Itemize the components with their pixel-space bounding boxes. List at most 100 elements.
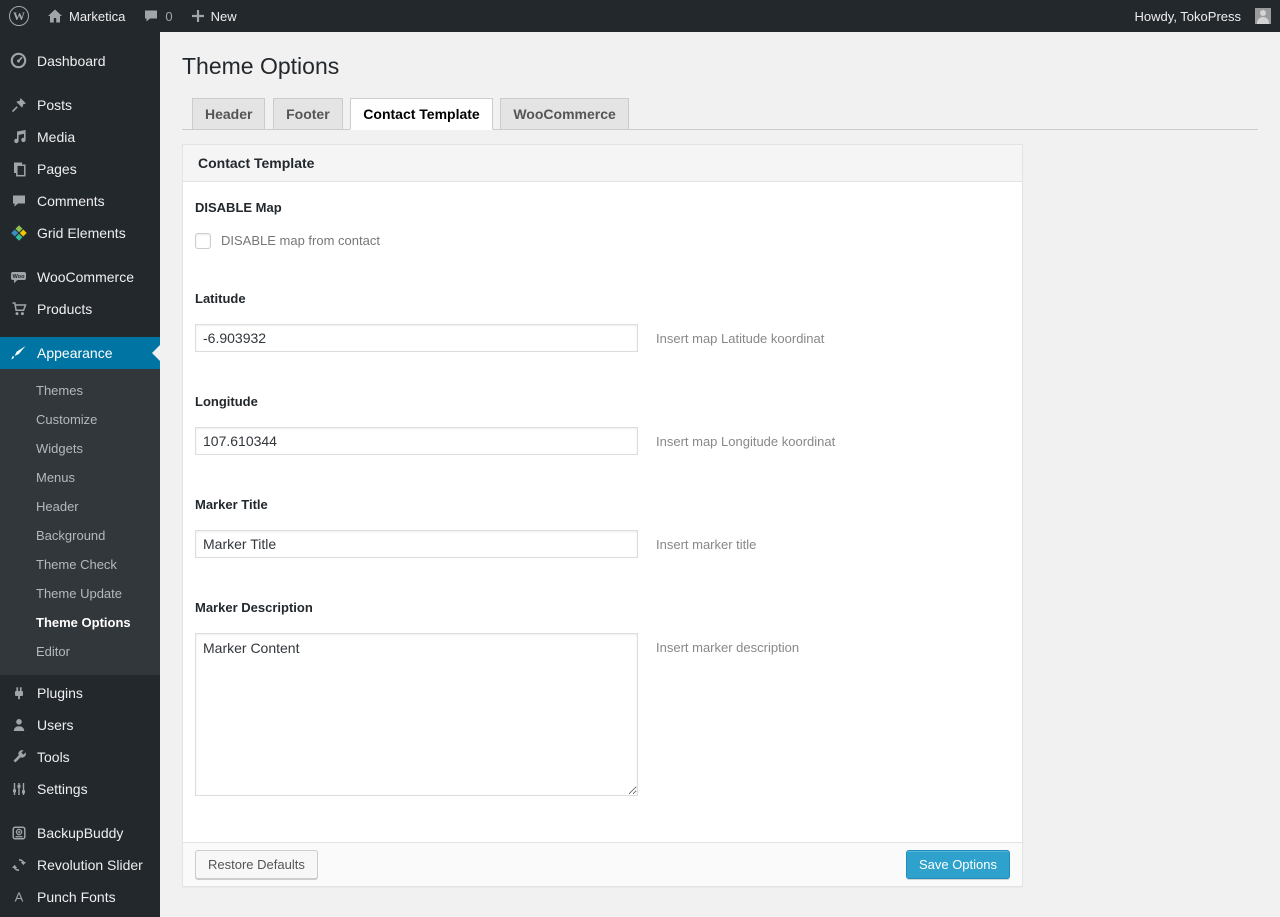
disable-map-checkbox[interactable] <box>195 232 211 249</box>
comments-bubble-icon <box>143 8 159 24</box>
sidebar-item-label: Appearance <box>37 345 113 361</box>
svg-text:A: A <box>14 890 23 905</box>
avatar <box>1255 8 1271 24</box>
sidebar-item-label: Media <box>37 129 76 145</box>
home-icon <box>47 8 63 24</box>
dashboard-icon <box>8 52 29 69</box>
sidebar-item-settings[interactable]: Settings <box>0 773 160 805</box>
refresh-icon <box>8 857 29 873</box>
current-menu-arrow <box>144 345 160 361</box>
sidebar-item-label: Settings <box>37 781 88 797</box>
longitude-label: Longitude <box>195 393 258 409</box>
panel-footer: Restore Defaults Save Options <box>183 841 1022 886</box>
submenu-item-theme-options[interactable]: Theme Options <box>0 608 160 637</box>
sidebar-item-label: Comments <box>37 193 105 209</box>
backup-drive-icon <box>8 825 29 841</box>
sidebar-item-media[interactable]: Media <box>0 121 160 153</box>
latitude-hint: Insert map Latitude koordinat <box>656 330 825 346</box>
site-name-menu[interactable]: Marketica <box>38 0 134 32</box>
latitude-label: Latitude <box>195 290 246 306</box>
plugin-icon <box>8 685 29 701</box>
account-menu[interactable]: Howdy, TokoPress <box>1126 0 1280 32</box>
disable-map-check-row: DISABLE map from contact <box>195 232 1010 249</box>
submenu-item-theme-update[interactable]: Theme Update <box>0 579 160 608</box>
sidebar-item-label: Revolution Slider <box>37 857 143 873</box>
latitude-input[interactable] <box>195 323 638 352</box>
sidebar-item-revolution-slider[interactable]: Revolution Slider <box>0 849 160 881</box>
letter-a-icon: A <box>8 889 29 905</box>
submenu-item-theme-check[interactable]: Theme Check <box>0 550 160 579</box>
admin-sidebar: Dashboard Posts Media Pages Comments Gri… <box>0 32 160 917</box>
submenu-item-editor[interactable]: Editor <box>0 637 160 666</box>
sidebar-item-label: Products <box>37 301 93 317</box>
marker-description-textarea[interactable]: Marker Content <box>195 632 638 796</box>
sidebar-item-label: Pages <box>37 161 77 177</box>
new-content-menu[interactable]: New <box>182 0 246 32</box>
sidebar-item-label: Plugins <box>37 685 83 701</box>
user-icon <box>8 717 29 733</box>
sidebar-item-label: Dashboard <box>37 52 106 69</box>
cart-icon <box>8 301 29 317</box>
sidebar-item-products[interactable]: Products <box>0 293 160 325</box>
sidebar-item-appearance[interactable]: Appearance <box>0 337 160 369</box>
main-content: Theme Options Header Footer Contact Temp… <box>160 0 1280 917</box>
tab-header[interactable]: Header <box>192 97 266 130</box>
tab-woocommerce[interactable]: WooCommerce <box>500 97 629 130</box>
wp-logo-menu[interactable]: W <box>0 0 38 32</box>
site-name-label: Marketica <box>69 8 126 24</box>
sidebar-item-pages[interactable]: Pages <box>0 153 160 185</box>
appearance-submenu: Themes Customize Widgets Menus Header Ba… <box>0 369 160 675</box>
panel-title: Contact Template <box>183 144 1022 182</box>
sidebar-item-label: Punch Fonts <box>37 889 116 905</box>
sidebar-item-backupbuddy[interactable]: BackupBuddy <box>0 817 160 849</box>
sidebar-item-tools[interactable]: Tools <box>0 741 160 773</box>
pin-icon <box>8 97 29 113</box>
longitude-field: Longitude Insert map Longitude koordinat <box>195 394 1010 455</box>
comment-count: 0 <box>165 8 173 24</box>
sidebar-item-label: WooCommerce <box>37 269 134 285</box>
submenu-item-widgets[interactable]: Widgets <box>0 434 160 463</box>
sidebar-item-posts[interactable]: Posts <box>0 89 160 121</box>
pages-icon <box>8 161 29 177</box>
marker-title-hint: Insert marker title <box>656 536 757 552</box>
sidebar-item-plugins[interactable]: Plugins <box>0 677 160 709</box>
sidebar-item-label: Posts <box>37 97 73 113</box>
marker-description-hint: Insert marker description <box>656 639 800 655</box>
marker-title-input[interactable] <box>195 529 638 558</box>
tab-bar: Header Footer Contact Template WooCommer… <box>182 97 1258 130</box>
submenu-item-menus[interactable]: Menus <box>0 463 160 492</box>
submenu-item-header[interactable]: Header <box>0 492 160 521</box>
restore-defaults-button[interactable]: Restore Defaults <box>195 849 318 879</box>
latitude-field: Latitude Insert map Latitude koordinat <box>195 291 1010 352</box>
tab-footer[interactable]: Footer <box>273 97 343 130</box>
sidebar-item-dashboard[interactable]: Dashboard <box>0 44 160 77</box>
panel-body: DISABLE Map DISABLE map from contact Lat… <box>183 182 1022 842</box>
longitude-input[interactable] <box>195 426 638 455</box>
submenu-item-background[interactable]: Background <box>0 521 160 550</box>
marker-title-label: Marker Title <box>195 496 268 512</box>
marker-description-field: Marker Description Marker Content Insert… <box>195 600 1010 796</box>
wrench-icon <box>8 749 29 765</box>
sidebar-item-comments[interactable]: Comments <box>0 185 160 217</box>
comments-menu[interactable]: 0 <box>134 0 181 32</box>
grid-elements-icon <box>8 225 29 241</box>
brush-icon <box>8 345 29 361</box>
marker-title-field: Marker Title Insert marker title <box>195 497 1010 558</box>
woocommerce-icon: Woo <box>8 269 29 285</box>
sidebar-item-label: Tools <box>37 749 70 765</box>
sidebar-item-punch-fonts[interactable]: A Punch Fonts <box>0 881 160 913</box>
disable-map-checkbox-label: DISABLE map from contact <box>221 233 380 249</box>
sidebar-item-users[interactable]: Users <box>0 709 160 741</box>
new-label: New <box>210 8 237 24</box>
media-icon <box>8 129 29 145</box>
sidebar-item-woocommerce[interactable]: Woo WooCommerce <box>0 261 160 293</box>
tab-contact-template[interactable]: Contact Template <box>350 97 493 130</box>
plus-icon <box>191 9 205 23</box>
submenu-item-themes[interactable]: Themes <box>0 376 160 405</box>
submenu-item-customize[interactable]: Customize <box>0 405 160 434</box>
save-options-button[interactable]: Save Options <box>905 849 1010 879</box>
comment-icon <box>8 193 29 209</box>
sidebar-item-grid-elements[interactable]: Grid Elements <box>0 217 160 249</box>
sidebar-item-label: BackupBuddy <box>37 825 124 841</box>
page-title: Theme Options <box>182 53 340 79</box>
